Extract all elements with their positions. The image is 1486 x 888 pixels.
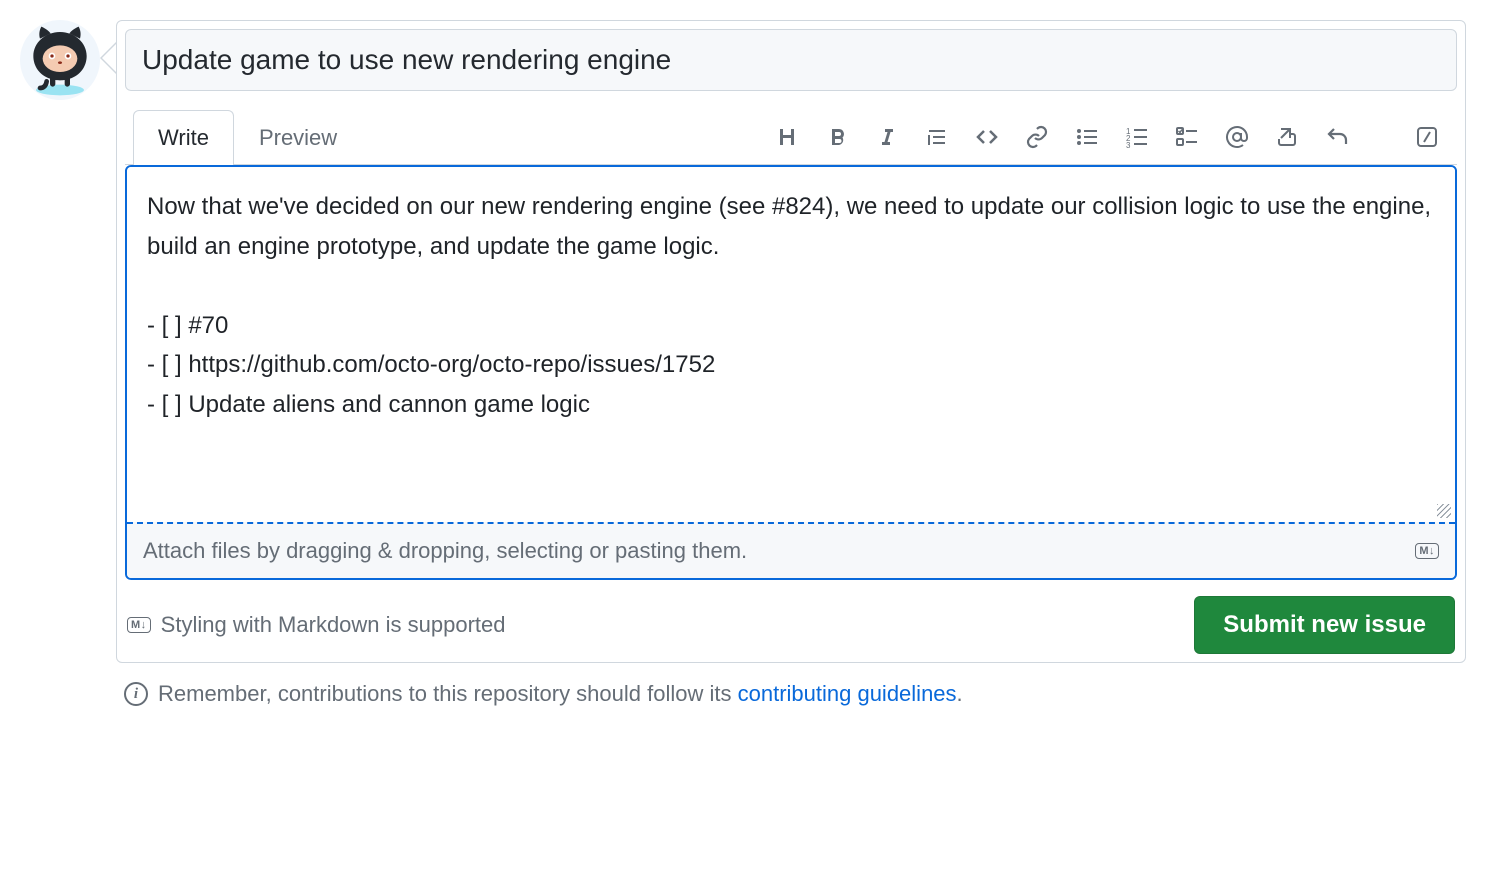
guidelines-prefix: Remember, contributions to this reposito…	[158, 681, 738, 706]
avatar	[20, 20, 100, 707]
info-icon: i	[124, 682, 148, 706]
markdown-support-text: Styling with Markdown is supported	[161, 612, 506, 638]
tab-write[interactable]: Write	[133, 110, 234, 165]
code-icon[interactable]	[973, 123, 1001, 151]
tab-preview[interactable]: Preview	[234, 110, 362, 165]
italic-icon[interactable]	[873, 123, 901, 151]
comment-box: Write Preview	[116, 20, 1466, 663]
tabs-row: Write Preview	[125, 109, 1457, 165]
ordered-list-icon[interactable]: 123	[1123, 123, 1151, 151]
formatting-toolbar: 123	[773, 123, 1449, 151]
issue-body-textarea[interactable]	[127, 167, 1455, 517]
mention-icon[interactable]	[1223, 123, 1251, 151]
issue-title-input[interactable]	[125, 29, 1457, 91]
attach-files-bar[interactable]: Attach files by dragging & dropping, sel…	[127, 522, 1455, 578]
heading-icon[interactable]	[773, 123, 801, 151]
contributing-guidelines-notice: i Remember, contributions to this reposi…	[116, 681, 1466, 707]
unordered-list-icon[interactable]	[1073, 123, 1101, 151]
link-icon[interactable]	[1023, 123, 1051, 151]
speech-arrow	[100, 42, 116, 74]
markdown-badge-icon[interactable]: M↓	[1415, 543, 1439, 559]
contributing-guidelines-link[interactable]: contributing guidelines	[738, 681, 957, 706]
cross-reference-icon[interactable]	[1273, 123, 1301, 151]
submit-new-issue-button[interactable]: Submit new issue	[1194, 596, 1455, 654]
attach-hint: Attach files by dragging & dropping, sel…	[143, 538, 747, 564]
bold-icon[interactable]	[823, 123, 851, 151]
quote-icon[interactable]	[923, 123, 951, 151]
editor-wrap: Attach files by dragging & dropping, sel…	[125, 165, 1457, 580]
reply-icon[interactable]	[1323, 123, 1351, 151]
svg-text:3: 3	[1126, 141, 1131, 149]
octocat-icon	[20, 20, 100, 100]
markdown-badge-icon: M↓	[127, 617, 151, 633]
slash-icon[interactable]	[1413, 123, 1441, 151]
task-list-icon[interactable]	[1173, 123, 1201, 151]
markdown-support: M↓ Styling with Markdown is supported	[127, 612, 506, 638]
guidelines-suffix: .	[957, 681, 963, 706]
